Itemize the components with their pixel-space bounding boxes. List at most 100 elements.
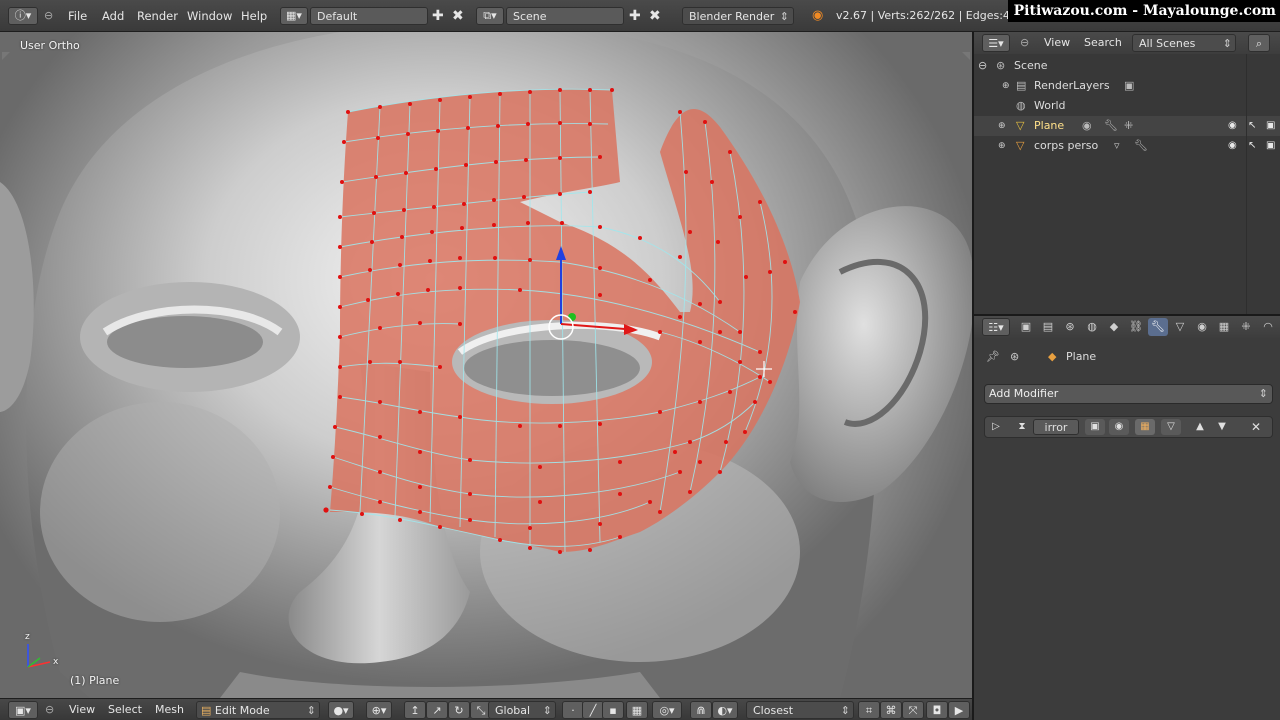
camera-render-icon[interactable]: ▣ [1266, 136, 1275, 156]
material-tab-icon[interactable]: ◉ [1192, 318, 1212, 336]
render-tab-icon[interactable]: ▣ [1016, 318, 1036, 336]
menu-file[interactable]: File [68, 7, 87, 25]
pin-icon[interactable]: 📌︎ [986, 350, 1000, 363]
rotate-manipulator-icon[interactable]: ↻ [448, 701, 470, 719]
remove-scene-icon[interactable]: ✖ [649, 7, 661, 25]
snap-align-icon[interactable]: ⌗ [858, 701, 880, 719]
orientation-value: Global [495, 704, 531, 717]
edge-select-icon[interactable]: ╱ [582, 701, 604, 719]
scene-tab-icon[interactable]: ⊛ [1060, 318, 1080, 336]
blender-logo-icon: ◉ [812, 8, 824, 23]
3d-viewport[interactable]: User Ortho (1) Plane z x [0, 32, 972, 698]
axis-z-label: z [25, 632, 30, 642]
viewport-toggle-icon[interactable]: ◉ [1109, 419, 1129, 435]
move-up-icon[interactable]: ▲ [1191, 419, 1209, 435]
menu-view[interactable]: View [1044, 34, 1070, 52]
menu-add[interactable]: Add [102, 7, 124, 25]
outliner-item-label: Scene [1014, 59, 1048, 72]
editor-type-properties-icon[interactable]: ☷▾ [982, 318, 1010, 336]
world-tab-icon[interactable]: ◍ [1082, 318, 1102, 336]
outliner-row-world[interactable]: ◍ World [974, 96, 1280, 116]
camera-render-icon[interactable]: ▣ [1266, 116, 1275, 136]
menu-render[interactable]: Render [137, 7, 178, 25]
outliner-row-scene[interactable]: ⊖ ⊛ Scene [974, 56, 1280, 76]
cursor-select-icon[interactable]: ↖ [1248, 136, 1256, 156]
snap-target-select[interactable]: Closest ⇕ [746, 701, 854, 719]
close-icon[interactable]: ✕ [1247, 419, 1265, 435]
mesh-object-icon: ▽ [1016, 119, 1025, 132]
scene-path-icon: ⊛ [1010, 350, 1020, 363]
render-animation-icon[interactable]: ▶ [948, 701, 970, 719]
properties-header: ☷▾ ▣ ▤ ⊛ ◍ ◆ ⛓ 🔧︎ ▽ ◉ ▦ ⁜ ◠ [974, 316, 1280, 338]
constraints-tab-icon[interactable]: ⛓ [1126, 318, 1146, 336]
search-icon[interactable]: ⌕ [1248, 34, 1270, 52]
editor-type-3dview-icon[interactable]: ▣▾ [8, 701, 38, 719]
snap-project-icon[interactable]: ⌘ [880, 701, 902, 719]
menu-view[interactable]: View [69, 701, 95, 719]
menu-window[interactable]: Window [187, 7, 232, 25]
scene-icon[interactable]: ⧉▾ [476, 7, 504, 25]
vertex-select-icon[interactable]: · [562, 701, 584, 719]
mode-select[interactable]: ▤ Edit Mode ⇕ [196, 701, 320, 719]
outliner-row-corps-perso[interactable]: ⊕ ▽ corps perso ▿ 🔧︎ ◉ ↖ ▣ [974, 136, 1280, 156]
physics-tab-icon[interactable]: ◠ [1258, 318, 1278, 336]
eye-icon[interactable]: ◉ [1228, 116, 1237, 136]
limit-selection-icon[interactable]: ▦ [626, 701, 648, 719]
mode-value: Edit Mode [214, 704, 270, 717]
cursor-select-icon[interactable]: ↖ [1248, 116, 1256, 136]
modifier-name-field[interactable]: irror [1033, 419, 1079, 435]
scene-field[interactable]: Scene [506, 7, 624, 25]
remove-screen-icon[interactable]: ✖ [452, 7, 464, 25]
menu-search[interactable]: Search [1084, 34, 1122, 52]
opengl-render-icon[interactable]: ⤧ [902, 701, 924, 719]
translate-manipulator-icon[interactable]: ↗ [426, 701, 448, 719]
render-still-icon[interactable]: ◘ [926, 701, 948, 719]
particles-tab-icon[interactable]: ⁜ [1236, 318, 1256, 336]
expand-toggle-icon[interactable]: ⊕ [998, 116, 1006, 136]
menu-mesh[interactable]: Mesh [155, 701, 184, 719]
display-mode-select[interactable]: All Scenes ⇕ [1132, 34, 1236, 52]
display-mode-value: All Scenes [1139, 37, 1196, 50]
editor-type-outliner-icon[interactable]: ☰▾ [982, 34, 1010, 52]
menu-help[interactable]: Help [241, 7, 267, 25]
mirror-modifier-icon: ⧗ [1018, 421, 1026, 432]
collapse-menu-icon[interactable]: ⊖ [1020, 34, 1029, 52]
move-down-icon[interactable]: ▼ [1213, 419, 1231, 435]
expand-toggle-icon[interactable]: ⊕ [1002, 76, 1010, 96]
orientation-select[interactable]: Global ⇕ [488, 701, 556, 719]
add-scene-icon[interactable]: ✚ [629, 7, 641, 25]
menu-select[interactable]: Select [108, 701, 142, 719]
screen-layout-field[interactable]: Default [310, 7, 428, 25]
viewport-shading-icon[interactable]: ●▾ [328, 701, 354, 719]
add-modifier-button[interactable]: Add Modifier ⇕ [984, 384, 1273, 404]
eye-icon[interactable]: ◉ [1228, 136, 1237, 156]
cage-toggle-icon[interactable]: ▽ [1161, 419, 1181, 435]
context-object-name: Plane [1066, 350, 1097, 363]
editor-type-info-icon[interactable]: ⓘ▾ [8, 7, 38, 25]
object-tab-icon[interactable]: ◆ [1104, 318, 1124, 336]
expand-arrow-icon[interactable]: ▷ [989, 419, 1003, 435]
screen-layout-icon[interactable]: ▦▾ [280, 7, 308, 25]
snap-magnet-icon[interactable]: ⋒ [690, 701, 712, 719]
render-engine-select[interactable]: Blender Render ⇕ [682, 7, 794, 25]
outliner-row-renderlayers[interactable]: ⊕ ▤ RenderLayers ▣ [974, 76, 1280, 96]
renderlayer-icon: ▣ [1124, 79, 1135, 92]
pivot-point-icon[interactable]: ⊕▾ [366, 701, 392, 719]
modifiers-tab-icon[interactable]: 🔧︎ [1148, 318, 1168, 336]
renderlayers-tab-icon[interactable]: ▤ [1038, 318, 1058, 336]
proportional-edit-icon[interactable]: ◎▾ [652, 701, 682, 719]
data-tab-icon[interactable]: ▽ [1170, 318, 1190, 336]
render-toggle-icon[interactable]: ▣ [1085, 419, 1105, 435]
add-screen-icon[interactable]: ✚ [432, 7, 444, 25]
chevron-updown-icon: ⇕ [1222, 37, 1232, 50]
expand-toggle-icon[interactable]: ⊕ [998, 136, 1006, 156]
texture-tab-icon[interactable]: ▦ [1214, 318, 1234, 336]
collapse-menu-icon[interactable]: ⊖ [45, 701, 54, 719]
snap-element-icon[interactable]: ◐▾ [712, 701, 738, 719]
face-select-icon[interactable]: ▪ [602, 701, 624, 719]
collapse-menu-icon[interactable]: ⊖ [44, 7, 53, 25]
editmode-toggle-icon[interactable]: ▦ [1135, 419, 1155, 435]
collapse-toggle-icon[interactable]: ⊖ [978, 56, 987, 76]
outliner-row-plane[interactable]: ⊕ ▽ Plane ◉ 🔧︎ ⁜ ◉ ↖ ▣ [974, 116, 1280, 136]
manipulator-toggle-icon[interactable]: ↥ [404, 701, 426, 719]
